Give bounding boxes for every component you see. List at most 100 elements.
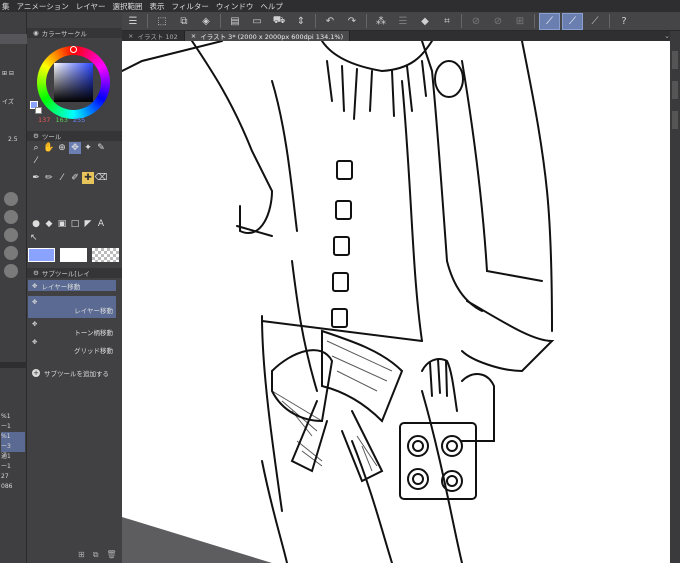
fill-icon[interactable]: ◈: [195, 12, 217, 31]
move-icon: ✥: [32, 281, 38, 290]
pencil-icon[interactable]: ✏: [43, 172, 55, 184]
sub-color-chip[interactable]: [60, 248, 87, 262]
tool-grid-3: ● ◆ ▣ □ ◤ A: [30, 218, 120, 230]
subtool-header[interactable]: ⚙ サブツール[レイ: [27, 268, 122, 278]
folder-icon[interactable]: ⛟: [268, 12, 290, 31]
menu-view[interactable]: 表示: [149, 1, 164, 12]
canvas-area[interactable]: [122, 41, 670, 563]
fill-icon[interactable]: ◆: [43, 218, 55, 230]
menu-file[interactable]: 集: [2, 1, 10, 12]
brush-size-dot[interactable]: [4, 246, 18, 260]
blank-icon[interactable]: [43, 155, 55, 167]
blank-icon[interactable]: [108, 142, 120, 154]
move-icon[interactable]: ✥: [69, 142, 81, 154]
tab-close-icon[interactable]: ×: [128, 32, 133, 40]
right-edge-button[interactable]: [672, 81, 678, 99]
operation-icon[interactable]: ⊕: [56, 142, 68, 154]
question-icon[interactable]: ?: [613, 12, 635, 31]
left-edge-label-b: 2.5: [8, 136, 18, 143]
main-color-chip[interactable]: [28, 248, 55, 262]
sub-color-swatch[interactable]: [35, 107, 42, 114]
grid-off-icon[interactable]: ⊞: [509, 12, 531, 31]
blend-icon[interactable]: ●: [30, 218, 42, 230]
blank-icon[interactable]: [108, 172, 120, 184]
special-ruler-snap-icon[interactable]: ⟋: [562, 12, 583, 30]
hand-icon[interactable]: ✋: [43, 142, 55, 154]
save-icon[interactable]: ▤: [224, 12, 246, 31]
brush-size-dot[interactable]: [4, 228, 18, 242]
grid-snap-icon[interactable]: ⟋: [584, 12, 606, 31]
snap-off-icon[interactable]: ⊘: [465, 12, 487, 31]
blank-icon[interactable]: [69, 155, 81, 167]
subtool-group-header[interactable]: ✥ レイヤー移動: [28, 280, 116, 291]
tab-illust-102[interactable]: × イラスト 102: [122, 31, 185, 41]
menu-animation[interactable]: アニメーション: [17, 1, 69, 12]
sparkle-icon[interactable]: ✦: [82, 142, 94, 154]
right-edge-button[interactable]: [672, 111, 678, 129]
pen-icon[interactable]: ✒: [30, 172, 42, 184]
tab-illust-3[interactable]: × イラスト 3* (2000 x 2000px 600dpi 134.1%): [184, 31, 351, 41]
brush-size-dot[interactable]: [4, 210, 18, 224]
left-edge-icons[interactable]: ⊞ ⊟: [2, 70, 14, 77]
fill-bucket-icon[interactable]: ◆: [414, 12, 436, 31]
brush-size-list[interactable]: [4, 192, 22, 292]
brush-size-dot[interactable]: [4, 264, 18, 278]
transparent-chip[interactable]: [92, 248, 119, 262]
tool-header[interactable]: ⚙ ツール: [27, 131, 122, 141]
panel-footer-icons[interactable]: ⊞⧉🗑: [78, 550, 125, 560]
snap-off2-icon[interactable]: ⊘: [487, 12, 509, 31]
menu-window[interactable]: ウィンドウ: [216, 1, 254, 12]
saturation-value-square[interactable]: [54, 63, 93, 102]
crop-icon[interactable]: ⌗: [436, 12, 458, 31]
separator: [366, 14, 367, 28]
illustration-canvas[interactable]: [122, 41, 670, 563]
open-icon[interactable]: ▭: [246, 12, 268, 31]
eyedropper-icon[interactable]: ✎: [95, 142, 107, 154]
menu-help[interactable]: ヘルプ: [260, 1, 283, 12]
decoration-icon[interactable]: ✚: [82, 172, 94, 184]
blank-icon[interactable]: [108, 155, 120, 167]
layer-snippet: 27: [1, 473, 9, 480]
subtool-item[interactable]: ✥ レイヤー移動: [28, 296, 116, 318]
right-edge-button[interactable]: [672, 51, 678, 69]
hue-marker[interactable]: [70, 46, 77, 53]
subtool-item[interactable]: ✥ グリッド移動: [28, 336, 116, 358]
add-subtool-button[interactable]: + サブツールを追加する: [28, 366, 116, 380]
blank-icon[interactable]: [95, 155, 107, 167]
gradient-icon[interactable]: ▣: [56, 218, 68, 230]
ruler-snap-icon[interactable]: ⟋: [539, 12, 560, 30]
transform-icon[interactable]: ⬚: [151, 12, 173, 31]
zoom-icon[interactable]: ⌕: [30, 142, 42, 154]
r-value: 137: [38, 116, 51, 124]
menu-selection[interactable]: 選択範囲: [112, 1, 142, 12]
layer-icon[interactable]: ☰: [392, 12, 414, 31]
move-icon: ✥: [32, 298, 38, 306]
eraser-icon[interactable]: ⌫: [95, 172, 108, 184]
menu-icon[interactable]: ☰: [122, 12, 144, 31]
menu-filter[interactable]: フィルター: [171, 1, 208, 12]
undo-icon[interactable]: ↶: [319, 12, 341, 31]
brush-icon[interactable]: ⁄: [56, 172, 68, 184]
selection-icon[interactable]: ⁂: [370, 12, 392, 31]
layer-list-fragment[interactable]: %1 ー1 %1 ー3 通1 ー1 27 086: [1, 412, 25, 492]
color-circle-header[interactable]: ◉ カラーサークル: [27, 28, 122, 38]
tab-close-icon[interactable]: ×: [191, 32, 196, 40]
menu-layer[interactable]: レイヤー: [76, 1, 106, 12]
blank-icon[interactable]: [56, 155, 68, 167]
blank-icon[interactable]: [82, 155, 94, 167]
figure-icon[interactable]: □: [69, 218, 81, 230]
redo-icon[interactable]: ↷: [341, 12, 363, 31]
layer-snippet: 通1: [1, 453, 11, 460]
ruler-icon[interactable]: ◤: [82, 218, 94, 230]
airbrush-icon[interactable]: ✐: [69, 172, 81, 184]
object-select-icon[interactable]: ↖: [30, 233, 38, 243]
tool-grid-2: ✒ ✏ ⁄ ✐ ✚ ⌫: [30, 172, 120, 184]
eyedropper2-icon[interactable]: ⁄: [30, 155, 42, 167]
copy-icon[interactable]: ⧉: [173, 12, 195, 31]
layer-snippet: ー1: [1, 423, 11, 430]
brush-size-dot[interactable]: [4, 192, 18, 206]
color-wheel[interactable]: [37, 46, 110, 119]
text-icon[interactable]: A: [95, 218, 107, 230]
blank-icon[interactable]: [108, 218, 120, 230]
up-down-icon[interactable]: ⇕: [290, 12, 312, 31]
